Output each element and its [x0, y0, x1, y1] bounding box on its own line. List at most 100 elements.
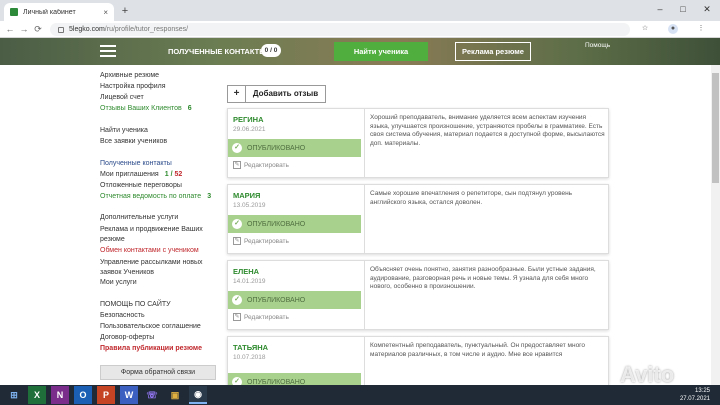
- add-review-button[interactable]: + Добавить отзыв: [227, 85, 326, 103]
- reload-icon[interactable]: ⟳: [32, 23, 44, 35]
- sidebar-item-personal-account[interactable]: Лицевой счет: [100, 94, 144, 101]
- sidebar-item-profile-settings[interactable]: Настройка профиля: [100, 83, 166, 90]
- card-divider: [364, 337, 365, 385]
- sidebar-item-resume-promo[interactable]: Реклама и продвижение Ваших резюме: [100, 225, 222, 245]
- sidebar-item-contact-exchange[interactable]: Обмен контактами с учеником: [100, 247, 199, 254]
- edit-icon: ✎: [233, 161, 241, 169]
- sidebar-item-client-reviews[interactable]: Отзывы Ваших Клиентов 6: [100, 105, 192, 112]
- help-section-title: ПОМОЩЬ ПО САЙТУ: [100, 301, 171, 308]
- outlook-app-icon[interactable]: O: [74, 386, 92, 404]
- invites-total: 52: [174, 171, 183, 178]
- review-date: 29.06.2021: [233, 126, 266, 133]
- back-arrow-icon[interactable]: ←: [4, 23, 16, 35]
- review-card: МАРИЯ 13.05.2019 ✓ ОПУБЛИКОВАНО ✎ Редакт…: [227, 184, 609, 254]
- maximize-icon[interactable]: □: [673, 4, 693, 14]
- tab-title: Личный кабинет: [23, 8, 76, 16]
- scrollbar-thumb[interactable]: [712, 73, 719, 183]
- edit-link[interactable]: ✎ Редактировать: [233, 237, 289, 245]
- review-date: 14.01.2019: [233, 278, 266, 285]
- reviewer-name: РЕГИНА: [233, 115, 264, 124]
- received-contacts-badge: 0 / 0: [261, 44, 281, 57]
- url-path: /ru/profile/tutor_responses/: [104, 26, 189, 33]
- invites-count: 1 / 52: [165, 171, 183, 178]
- excel-app-icon[interactable]: X: [28, 386, 46, 404]
- review-card: ЕЛЕНА 14.01.2019 ✓ ОПУБЛИКОВАНО ✎ Редакт…: [227, 260, 609, 330]
- resume-ad-button[interactable]: Реклама резюме: [455, 42, 531, 61]
- site-favicon-icon: [10, 8, 18, 16]
- payment-report-count: 3: [207, 193, 212, 200]
- sidebar-item-archive-resume[interactable]: Архивные резюме: [100, 72, 159, 79]
- edit-icon: ✎: [233, 237, 241, 245]
- sidebar-item-all-requests[interactable]: Все заявки учеников: [100, 138, 167, 145]
- review-text: Объясняет очень понятно, занятия разнооб…: [370, 266, 596, 290]
- sidebar-item-postponed[interactable]: Отложенные переговоры: [100, 182, 182, 189]
- reviewer-name: ТАТЬЯНА: [233, 343, 269, 352]
- menu-dots-icon[interactable]: ⋮: [696, 24, 706, 34]
- file-explorer-icon[interactable]: ▣: [166, 386, 184, 404]
- reviewer-name: МАРИЯ: [233, 191, 261, 200]
- lock-icon: [58, 26, 64, 33]
- powerpoint-app-icon[interactable]: P: [97, 386, 115, 404]
- card-divider: [364, 261, 365, 329]
- url-input[interactable]: 5legko.com/ru/profile/tutor_responses/: [50, 23, 630, 36]
- feedback-form-button[interactable]: Форма обратной связи: [100, 365, 216, 380]
- sidebar-item-payment-report[interactable]: Отчетная ведомость по оплате 3: [100, 193, 211, 200]
- new-tab-button[interactable]: +: [119, 5, 131, 17]
- sidebar-item-received-contacts[interactable]: Полученные контакты: [100, 160, 172, 167]
- clock-date: 27.07.2021: [679, 396, 710, 402]
- add-review-label: Добавить отзыв: [252, 89, 319, 98]
- sidebar-item-user-agreement[interactable]: Пользовательское соглашение: [100, 323, 201, 330]
- review-date: 10.07.2018: [233, 354, 266, 361]
- status-text: ОПУБЛИКОВАНО: [247, 220, 306, 228]
- client-reviews-count: 6: [187, 105, 192, 112]
- sidebar-item-safety[interactable]: Безопасность: [100, 312, 145, 319]
- plus-icon: +: [228, 86, 246, 102]
- card-divider: [364, 185, 365, 253]
- edit-link[interactable]: ✎ Редактировать: [233, 161, 289, 169]
- card-divider: [364, 109, 365, 177]
- received-contacts-link[interactable]: ПОЛУЧЕННЫЕ КОНТАКТЫ: [168, 47, 267, 56]
- url-host: 5legko.com: [69, 26, 105, 33]
- sidebar-item-label: Отчетная ведомость по оплате: [100, 193, 202, 200]
- page-scrollbar[interactable]: [711, 65, 720, 385]
- sidebar-item-my-services[interactable]: Мои услуги: [100, 279, 137, 286]
- find-student-button[interactable]: Найти ученика: [334, 42, 428, 61]
- check-icon: ✓: [232, 143, 242, 153]
- start-windows-icon[interactable]: ⊞: [5, 386, 23, 404]
- sidebar-item-extra-services[interactable]: Дополнительные услуги: [100, 214, 178, 221]
- word-app-icon[interactable]: W: [120, 386, 138, 404]
- onenote-app-icon[interactable]: N: [51, 386, 69, 404]
- status-text: ОПУБЛИКОВАНО: [247, 144, 306, 152]
- browser-tab-bar: Личный кабинет × + – □ ✕: [0, 0, 720, 21]
- review-text: Компетентный преподаватель, пунктуальный…: [370, 342, 586, 358]
- chrome-app-icon[interactable]: ◉: [189, 386, 207, 404]
- check-icon: ✓: [232, 295, 242, 305]
- review-card: ТАТЬЯНА 10.07.2018 ✓ ОПУБЛИКОВАНО Компет…: [227, 336, 609, 391]
- sidebar-item-label: Отзывы Ваших Клиентов: [100, 105, 182, 112]
- sidebar-item-find-student[interactable]: Найти ученика: [100, 127, 148, 134]
- site-header: ПОЛУЧЕННЫЕ КОНТАКТЫ 0 / 0 Найти ученика …: [0, 38, 720, 65]
- sidebar-item-resume-rules[interactable]: Правила публикации резюме: [100, 345, 202, 352]
- check-icon: ✓: [232, 219, 242, 229]
- viber-app-icon[interactable]: ☏: [143, 386, 161, 404]
- hamburger-menu-icon[interactable]: [100, 45, 116, 57]
- edit-label: Редактировать: [244, 313, 289, 321]
- minimize-icon[interactable]: –: [650, 4, 670, 14]
- edit-link[interactable]: ✎ Редактировать: [233, 313, 289, 321]
- url-text: 5legko.com/ru/profile/tutor_responses/: [69, 26, 188, 33]
- profile-icon[interactable]: ●: [668, 24, 678, 34]
- sidebar-item-my-invites[interactable]: Мои приглашения 1 / 52: [100, 171, 182, 178]
- help-link[interactable]: Помощь: [585, 42, 610, 49]
- edit-icon: ✎: [233, 313, 241, 321]
- sidebar-item-offer-contract[interactable]: Договор-оферты: [100, 334, 154, 341]
- forward-arrow-icon[interactable]: →: [18, 23, 30, 35]
- close-window-icon[interactable]: ✕: [697, 4, 717, 15]
- sidebar-item-mailing-management[interactable]: Управление рассылками новых заявок Учени…: [100, 258, 222, 278]
- status-badge: ✓ ОПУБЛИКОВАНО: [228, 215, 361, 233]
- system-clock: 13:25 27.07.2021: [680, 387, 710, 403]
- browser-tab[interactable]: Личный кабинет ×: [4, 3, 114, 21]
- review-text: Хороший преподаватель, внимание уделяетс…: [370, 114, 605, 147]
- tab-close-icon[interactable]: ×: [103, 8, 108, 17]
- reviewer-name: ЕЛЕНА: [233, 267, 260, 276]
- star-icon[interactable]: ☆: [640, 24, 650, 34]
